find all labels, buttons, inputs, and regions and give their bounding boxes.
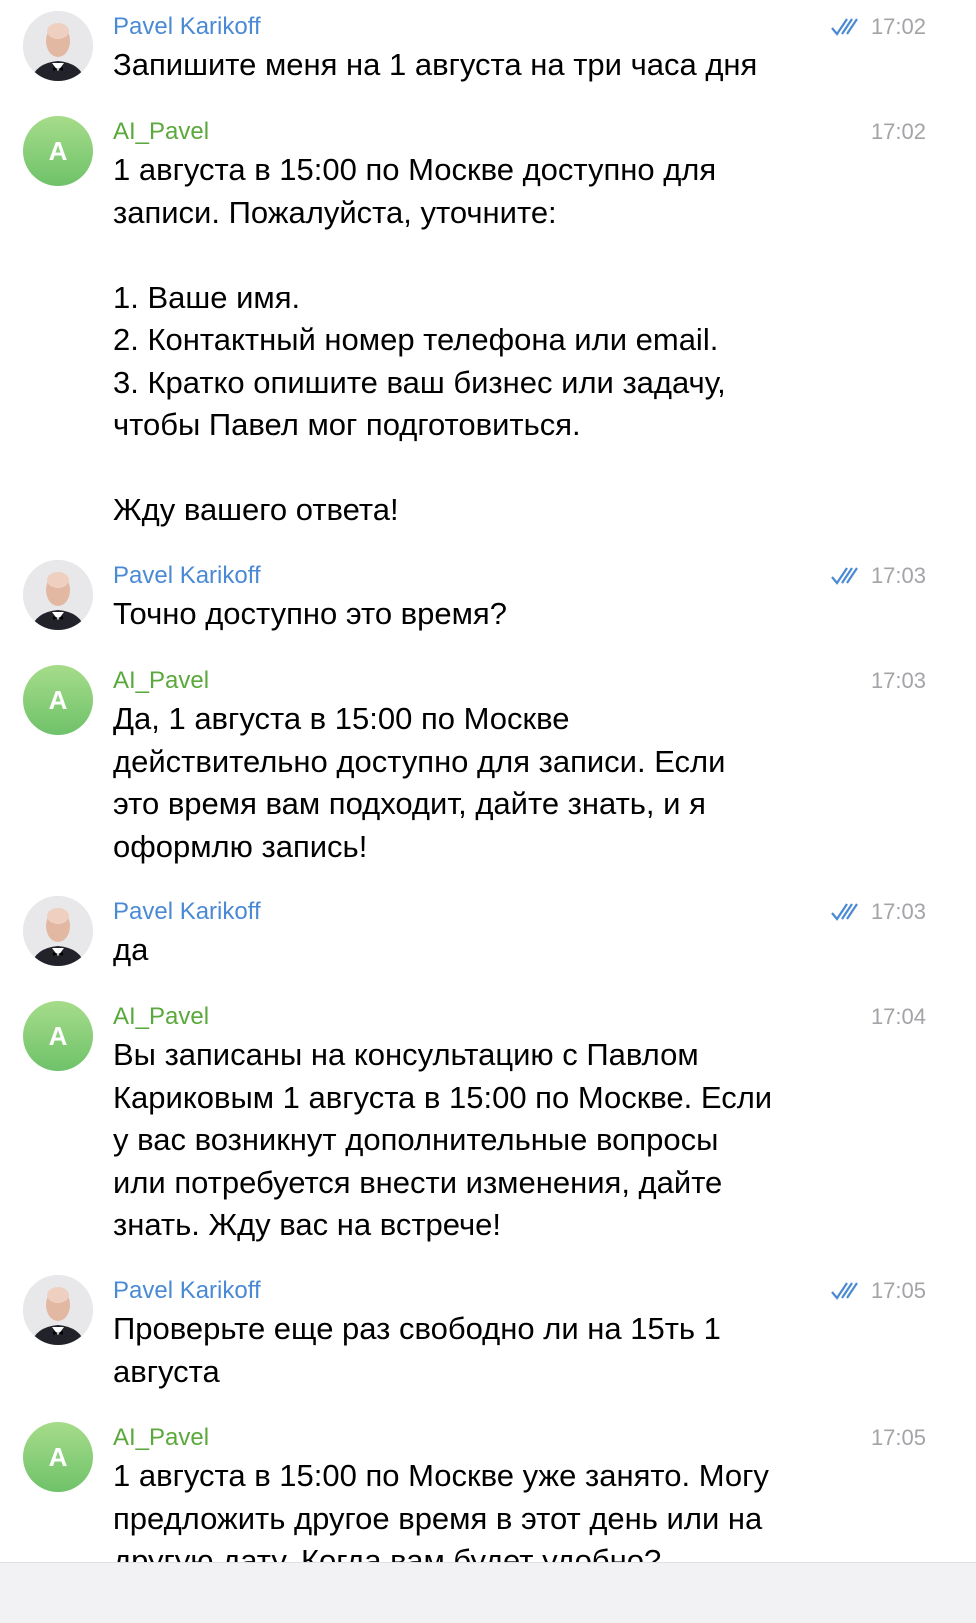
avatar[interactable]: A — [23, 1422, 93, 1492]
message-time: 17:02 — [870, 119, 926, 144]
avatar-letter: A — [48, 135, 68, 166]
avatar[interactable] — [23, 11, 93, 81]
avatar[interactable] — [23, 1275, 93, 1345]
avatar-letter: A — [48, 1441, 68, 1472]
sender-name[interactable]: Pavel Karikoff — [113, 561, 261, 591]
sender-name[interactable]: AI_Pavel — [113, 117, 209, 147]
message-text: Проверьте еще раз свободно ли на 15ть 1 … — [113, 1311, 721, 1389]
user-photo-icon — [23, 1275, 93, 1345]
sender-name[interactable]: AI_Pavel — [113, 1002, 209, 1032]
message-time: 17:02 — [870, 14, 926, 39]
message-time: 17:03 — [870, 899, 926, 924]
message-text: Точно доступно это время? — [113, 596, 507, 631]
message-text: да — [113, 932, 149, 967]
message-text: Вы записаны на консультацию с Павлом Кар… — [113, 1037, 773, 1242]
double-check-icon — [831, 567, 858, 585]
avatar[interactable]: A — [23, 665, 93, 735]
avatar[interactable] — [23, 560, 93, 630]
sender-name[interactable]: Pavel Karikoff — [113, 1276, 261, 1306]
message-time: 17:04 — [870, 1004, 926, 1029]
avatar[interactable]: A — [23, 116, 93, 186]
message-text: Да, 1 августа в 15:00 по Москве действит… — [113, 701, 726, 864]
sender-name[interactable]: Pavel Karikoff — [113, 12, 261, 42]
avatar[interactable]: A — [23, 1001, 93, 1071]
double-check-icon — [831, 1282, 858, 1300]
message-time: 17:03 — [870, 563, 926, 588]
double-check-icon — [831, 18, 858, 36]
sender-name[interactable]: Pavel Karikoff — [113, 897, 261, 927]
message-time: 17:03 — [870, 668, 926, 693]
user-photo-icon — [23, 11, 93, 81]
user-photo-icon — [23, 560, 93, 630]
sender-name[interactable]: AI_Pavel — [113, 666, 209, 696]
message-text: 1 августа в 15:00 по Москве доступно для… — [113, 152, 726, 527]
user-photo-icon — [23, 896, 93, 966]
double-check-icon — [831, 903, 858, 921]
message-time: 17:05 — [870, 1278, 926, 1303]
input-bar[interactable] — [0, 1562, 976, 1623]
sender-name[interactable]: AI_Pavel — [113, 1423, 209, 1453]
message-text: Запишите меня на 1 августа на три часа д… — [113, 47, 758, 82]
message-time: 17:05 — [870, 1425, 926, 1450]
avatar[interactable] — [23, 896, 93, 966]
avatar-letter: A — [48, 1020, 68, 1051]
avatar-letter: A — [48, 684, 68, 715]
